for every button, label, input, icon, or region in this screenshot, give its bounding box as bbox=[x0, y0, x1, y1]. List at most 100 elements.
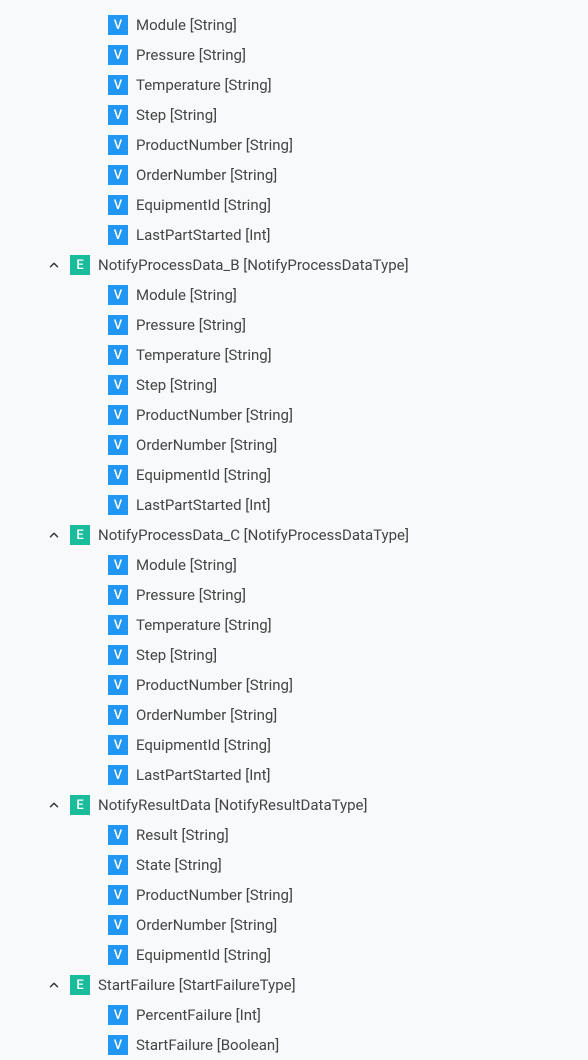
variable-badge-icon: V bbox=[108, 645, 128, 665]
variable-badge-icon: V bbox=[108, 495, 128, 515]
variable-badge-icon: V bbox=[108, 315, 128, 335]
tree-leaf-label: Module [String] bbox=[136, 556, 237, 574]
variable-badge-icon: V bbox=[108, 885, 128, 905]
tree-leaf[interactable]: VProductNumber [String] bbox=[0, 670, 588, 700]
tree-leaf-label: OrderNumber [String] bbox=[136, 436, 277, 454]
tree-parent[interactable]: E NotifyResultData [NotifyResultDataType] bbox=[0, 790, 588, 820]
variable-badge-icon: V bbox=[108, 75, 128, 95]
tree-leaf[interactable]: VEquipmentId [String] bbox=[0, 940, 588, 970]
tree-leaf-label: LastPartStarted [Int] bbox=[136, 226, 270, 244]
chevron-up-icon[interactable] bbox=[46, 797, 62, 813]
variable-badge-icon: V bbox=[108, 435, 128, 455]
chevron-up-icon[interactable] bbox=[46, 257, 62, 273]
variable-badge-icon: V bbox=[108, 195, 128, 215]
tree-leaf[interactable]: V EquipmentId [String] bbox=[0, 460, 588, 490]
tree-leaf[interactable]: V Temperature [String] bbox=[0, 610, 588, 640]
tree-leaf[interactable]: VState [String] bbox=[0, 850, 588, 880]
tree-leaf[interactable]: V EquipmentId [String] bbox=[0, 190, 588, 220]
element-badge-icon: E bbox=[70, 795, 90, 815]
tree-leaf[interactable]: V ProductNumber [String] bbox=[0, 400, 588, 430]
tree-leaf-label: Temperature [String] bbox=[136, 76, 272, 94]
tree-leaf[interactable]: V OrderNumber [String] bbox=[0, 160, 588, 190]
tree-leaf[interactable]: V LastPartStarted [Int] bbox=[0, 760, 588, 790]
tree-parent-label: NotifyResultData [NotifyResultDataType] bbox=[98, 796, 367, 814]
tree-leaf[interactable]: V OrderNumber [String] bbox=[0, 910, 588, 940]
tree-leaf[interactable]: V Module [String] bbox=[0, 280, 588, 310]
tree-leaf-label: StartFailure [Boolean] bbox=[136, 1036, 279, 1054]
tree-parent[interactable]: E NotifyProcessData_B [NotifyProcessDataT… bbox=[0, 250, 588, 280]
tree-leaf[interactable]: V OrderNumber [String] bbox=[0, 430, 588, 460]
tree-leaf-label: EquipmentId [String] bbox=[136, 196, 271, 214]
tree-leaf[interactable]: VEquipmentId [String] bbox=[0, 730, 588, 760]
element-badge-icon: E bbox=[70, 255, 90, 275]
variable-badge-icon: V bbox=[108, 375, 128, 395]
variable-badge-icon: V bbox=[108, 765, 128, 785]
tree-leaf-label: Pressure [String] bbox=[136, 46, 246, 64]
variable-badge-icon: V bbox=[108, 735, 128, 755]
variable-badge-icon: V bbox=[108, 825, 128, 845]
tree-leaf[interactable]: V Pressure [String] bbox=[0, 310, 588, 340]
tree-view: VModule [String]VPressure [String]VTempe… bbox=[0, 10, 588, 1060]
tree-parent-label: StartFailure [StartFailureType] bbox=[98, 976, 296, 994]
variable-badge-icon: V bbox=[108, 345, 128, 365]
tree-leaf[interactable]: VStartFailure [Boolean] bbox=[0, 1030, 588, 1060]
tree-leaf-label: OrderNumber [String] bbox=[136, 706, 277, 724]
chevron-up-icon[interactable] bbox=[46, 527, 62, 543]
tree-leaf-label: ProductNumber [String] bbox=[136, 886, 293, 904]
variable-badge-icon: V bbox=[108, 555, 128, 575]
tree-leaf-label: Temperature [String] bbox=[136, 346, 272, 364]
variable-badge-icon: V bbox=[108, 855, 128, 875]
variable-badge-icon: V bbox=[108, 225, 128, 245]
tree-leaf[interactable]: V Module [String] bbox=[0, 550, 588, 580]
variable-badge-icon: V bbox=[108, 405, 128, 425]
tree-leaf-label: Pressure [String] bbox=[136, 316, 246, 334]
tree-leaf[interactable]: V Temperature [String] bbox=[0, 70, 588, 100]
tree-leaf-label: Module [String] bbox=[136, 16, 237, 34]
variable-badge-icon: V bbox=[108, 1005, 128, 1025]
tree-leaf-label: ProductNumber [String] bbox=[136, 406, 293, 424]
tree-leaf[interactable]: V LastPartStarted [Int] bbox=[0, 490, 588, 520]
tree-leaf[interactable]: V ProductNumber [String] bbox=[0, 880, 588, 910]
tree-leaf-label: Temperature [String] bbox=[136, 616, 272, 634]
tree-leaf[interactable]: V Result [String] bbox=[0, 820, 588, 850]
tree-parent[interactable]: E StartFailure [StartFailureType] bbox=[0, 970, 588, 1000]
tree-leaf-label: Step [String] bbox=[136, 376, 217, 394]
variable-badge-icon: V bbox=[108, 585, 128, 605]
variable-badge-icon: V bbox=[108, 615, 128, 635]
tree-leaf-label: PercentFailure [Int] bbox=[136, 1006, 261, 1024]
tree-leaf[interactable]: V Step [String] bbox=[0, 370, 588, 400]
tree-leaf-label: Step [String] bbox=[136, 106, 217, 124]
tree-leaf-label: OrderNumber [String] bbox=[136, 166, 277, 184]
tree-leaf[interactable]: V Pressure [String] bbox=[0, 40, 588, 70]
variable-badge-icon: V bbox=[108, 165, 128, 185]
variable-badge-icon: V bbox=[108, 45, 128, 65]
tree-leaf[interactable]: VModule [String] bbox=[0, 10, 588, 40]
variable-badge-icon: V bbox=[108, 465, 128, 485]
tree-leaf[interactable]: VStep [String] bbox=[0, 640, 588, 670]
tree-parent[interactable]: ENotifyProcessData_C [NotifyProcessDataT… bbox=[0, 520, 588, 550]
tree-leaf-label: ProductNumber [String] bbox=[136, 676, 293, 694]
tree-leaf[interactable]: V Temperature [String] bbox=[0, 340, 588, 370]
tree-leaf[interactable]: V Pressure [String] bbox=[0, 580, 588, 610]
variable-badge-icon: V bbox=[108, 945, 128, 965]
tree-leaf[interactable]: VOrderNumber [String] bbox=[0, 700, 588, 730]
variable-badge-icon: V bbox=[108, 915, 128, 935]
tree-leaf-label: Module [String] bbox=[136, 286, 237, 304]
tree-leaf-label: LastPartStarted [Int] bbox=[136, 766, 270, 784]
tree-leaf-label: OrderNumber [String] bbox=[136, 916, 277, 934]
tree-leaf[interactable]: V Step [String] bbox=[0, 100, 588, 130]
variable-badge-icon: V bbox=[108, 105, 128, 125]
tree-leaf-label: LastPartStarted [Int] bbox=[136, 496, 270, 514]
tree-parent-label: NotifyProcessData_C [NotifyProcessDataTy… bbox=[98, 526, 409, 544]
tree-leaf-label: Pressure [String] bbox=[136, 586, 246, 604]
tree-parent-label: NotifyProcessData_B [NotifyProcessDataTy… bbox=[98, 256, 409, 274]
tree-leaf-label: Result [String] bbox=[136, 826, 229, 844]
tree-leaf[interactable]: V PercentFailure [Int] bbox=[0, 1000, 588, 1030]
variable-badge-icon: V bbox=[108, 285, 128, 305]
tree-leaf-label: EquipmentId [String] bbox=[136, 466, 271, 484]
tree-leaf[interactable]: V LastPartStarted [Int] bbox=[0, 220, 588, 250]
variable-badge-icon: V bbox=[108, 135, 128, 155]
element-badge-icon: E bbox=[70, 975, 90, 995]
tree-leaf[interactable]: VProductNumber [String] bbox=[0, 130, 588, 160]
chevron-up-icon[interactable] bbox=[46, 977, 62, 993]
